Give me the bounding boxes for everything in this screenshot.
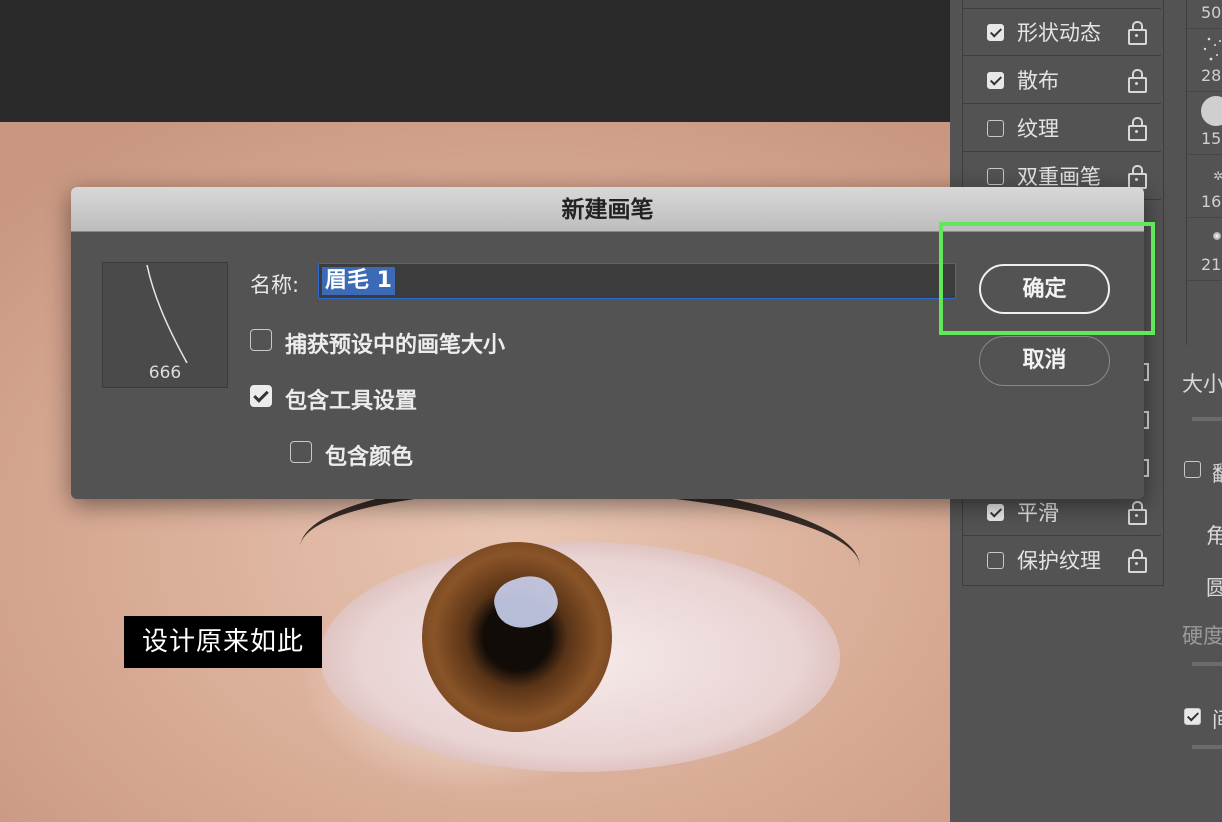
cancel-button[interactable]: 取消 (979, 336, 1110, 386)
lock-icon[interactable] (1128, 117, 1147, 141)
iris (422, 542, 612, 732)
checkbox[interactable] (987, 551, 1004, 569)
spacing-slider[interactable] (1192, 745, 1222, 749)
brush-tip-size: 15 (1201, 129, 1222, 148)
flip-label: 翻 (1212, 458, 1222, 488)
name-input-value: 眉毛 1 (322, 267, 395, 295)
checkbox[interactable] (250, 329, 272, 351)
spacing-checkbox[interactable] (1184, 708, 1201, 725)
flip-checkbox[interactable] (1184, 461, 1201, 478)
brush-preview: 666 (102, 262, 228, 388)
brush-tip[interactable]: ✲ 16 (1187, 155, 1222, 218)
lock-icon[interactable] (1128, 21, 1147, 45)
lock-icon[interactable] (1128, 69, 1147, 93)
brush-tip-size: 21 (1201, 255, 1222, 274)
checkbox[interactable] (987, 23, 1004, 41)
brush-tip-size: 16 (1201, 192, 1222, 211)
name-input[interactable]: 眉毛 1 (318, 263, 956, 299)
name-label: 名称: (250, 273, 300, 297)
angle-label: 角 (1206, 524, 1222, 548)
spray-tip-icon: ✲ (1213, 169, 1222, 183)
setting-label: 平滑 (1017, 501, 1059, 525)
soft-tip-icon (1213, 232, 1221, 240)
checkbox[interactable] (987, 167, 1004, 185)
setting-label: 散布 (1017, 69, 1059, 93)
hardness-slider[interactable] (1192, 662, 1222, 666)
checkbox[interactable] (987, 119, 1004, 137)
lock-icon[interactable] (1128, 549, 1147, 573)
scatter-tip-icon (1203, 37, 1221, 61)
ok-button-highlight (939, 222, 1155, 335)
setting-row-protect-texture[interactable]: 保护纹理 (963, 537, 1161, 583)
checkbox[interactable] (250, 385, 272, 407)
option-label: 捕获预设中的画笔大小 (285, 333, 506, 358)
setting-label: 形状动态 (1017, 21, 1101, 45)
brush-preview-number: 666 (148, 363, 182, 383)
setting-label: 纹理 (1017, 117, 1059, 141)
brush-tips-grid: 50 28 15 ✲ 16 21 (1186, 0, 1222, 345)
hardness-label: 硬度 (1182, 624, 1222, 648)
setting-row-scatter[interactable]: 散布 (963, 57, 1161, 104)
checkbox[interactable] (987, 71, 1004, 89)
brush-stroke-icon (146, 264, 188, 363)
list-row-partial (963, 0, 1161, 9)
lock-icon[interactable] (1128, 501, 1147, 525)
option-label: 包含颜色 (325, 445, 414, 470)
brush-tip-size: 50 (1201, 3, 1222, 22)
setting-label: 保护纹理 (1017, 549, 1101, 573)
canvas-top-area (0, 0, 950, 122)
size-slider[interactable] (1192, 417, 1222, 421)
option-label: 包含工具设置 (285, 389, 418, 414)
size-label: 大小 (1182, 372, 1222, 396)
checkbox[interactable] (987, 503, 1004, 521)
setting-row-texture[interactable]: 纹理 (963, 105, 1161, 152)
spacing-label: 间 (1212, 704, 1222, 734)
caption-overlay: 设计原来如此 (124, 616, 322, 668)
brush-tip-size: 28 (1201, 66, 1222, 85)
round-tip-icon (1201, 96, 1222, 126)
checkbox[interactable] (290, 441, 312, 463)
brush-tip[interactable]: 28 (1187, 29, 1222, 92)
roundness-label: 圆 (1206, 576, 1222, 600)
brush-tip[interactable]: 50 (1187, 0, 1222, 29)
setting-row-shape-dynamics[interactable]: 形状动态 (963, 9, 1161, 56)
brush-tip[interactable]: 21 (1187, 218, 1222, 281)
brush-tip[interactable]: 15 (1187, 92, 1222, 155)
